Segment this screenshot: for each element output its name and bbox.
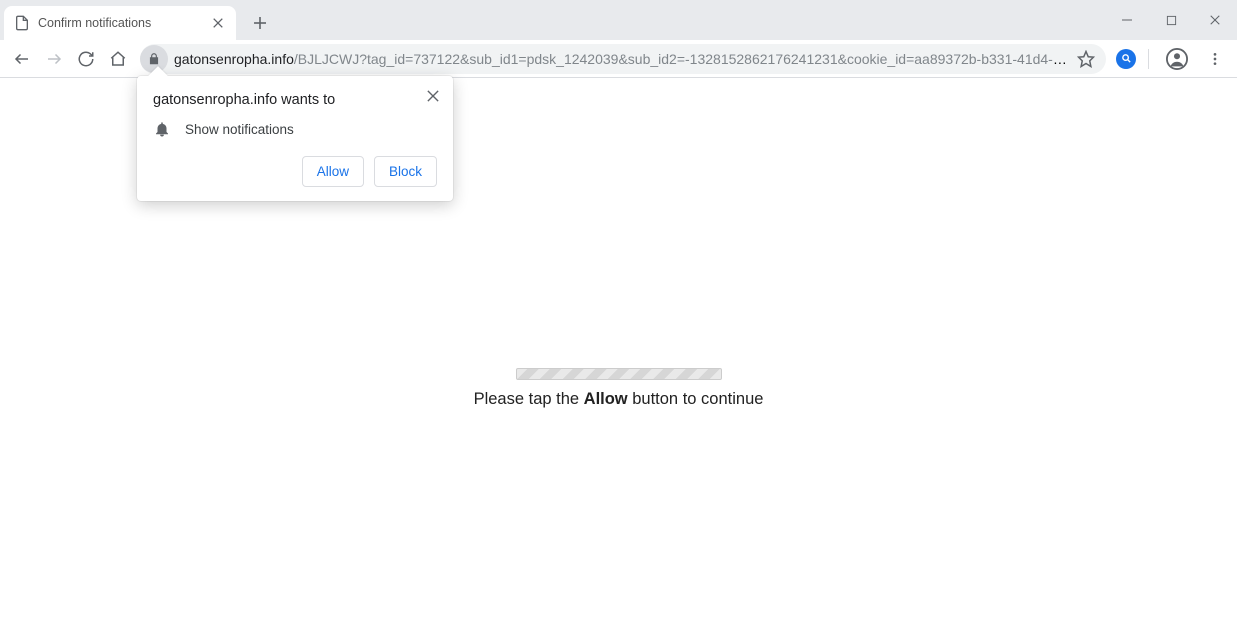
instruction-bold: Allow <box>584 390 628 408</box>
extension-search-icon[interactable] <box>1116 49 1136 69</box>
instruction-prefix: Please tap the <box>474 390 584 408</box>
toolbar-right <box>1116 44 1231 74</box>
new-tab-button[interactable] <box>246 9 274 37</box>
tab-title: Confirm notifications <box>38 16 210 30</box>
address-bar[interactable]: gatonsenropha.info/BJLJCWJ?tag_id=737122… <box>140 44 1106 74</box>
bell-icon <box>153 120 171 138</box>
window-controls <box>1105 0 1237 40</box>
url-path: /BJLJCWJ?tag_id=737122&sub_id1=pdsk_1242… <box>294 51 1072 67</box>
allow-button[interactable]: Allow <box>302 156 364 187</box>
close-icon[interactable] <box>423 86 443 106</box>
window-close-button[interactable] <box>1193 5 1237 35</box>
permission-label: Show notifications <box>185 122 294 137</box>
browser-tab[interactable]: Confirm notifications <box>4 6 236 40</box>
page-instruction: Please tap the Allow button to continue <box>474 390 764 409</box>
profile-avatar-icon[interactable] <box>1161 44 1193 74</box>
permission-buttons: Allow Block <box>153 156 437 187</box>
permission-row: Show notifications <box>153 120 437 138</box>
window-maximize-button[interactable] <box>1149 5 1193 35</box>
forward-button[interactable] <box>38 44 70 74</box>
tab-close-icon[interactable] <box>210 15 226 31</box>
reload-button[interactable] <box>70 44 102 74</box>
file-icon <box>14 15 30 31</box>
toolbar-divider <box>1148 49 1149 69</box>
url-text: gatonsenropha.info/BJLJCWJ?tag_id=737122… <box>174 51 1072 67</box>
instruction-suffix: button to continue <box>628 390 764 408</box>
progress-bar <box>516 368 722 380</box>
url-host: gatonsenropha.info <box>174 51 294 67</box>
kebab-menu-icon[interactable] <box>1199 44 1231 74</box>
notification-permission-prompt: gatonsenropha.info wants to Show notific… <box>137 76 453 201</box>
window-minimize-button[interactable] <box>1105 5 1149 35</box>
back-button[interactable] <box>6 44 38 74</box>
tab-strip: Confirm notifications <box>0 0 1237 40</box>
home-button[interactable] <box>102 44 134 74</box>
browser-toolbar: gatonsenropha.info/BJLJCWJ?tag_id=737122… <box>0 40 1237 78</box>
permission-title: gatonsenropha.info wants to <box>153 92 437 108</box>
bookmark-star-icon[interactable] <box>1072 50 1100 68</box>
block-button[interactable]: Block <box>374 156 437 187</box>
